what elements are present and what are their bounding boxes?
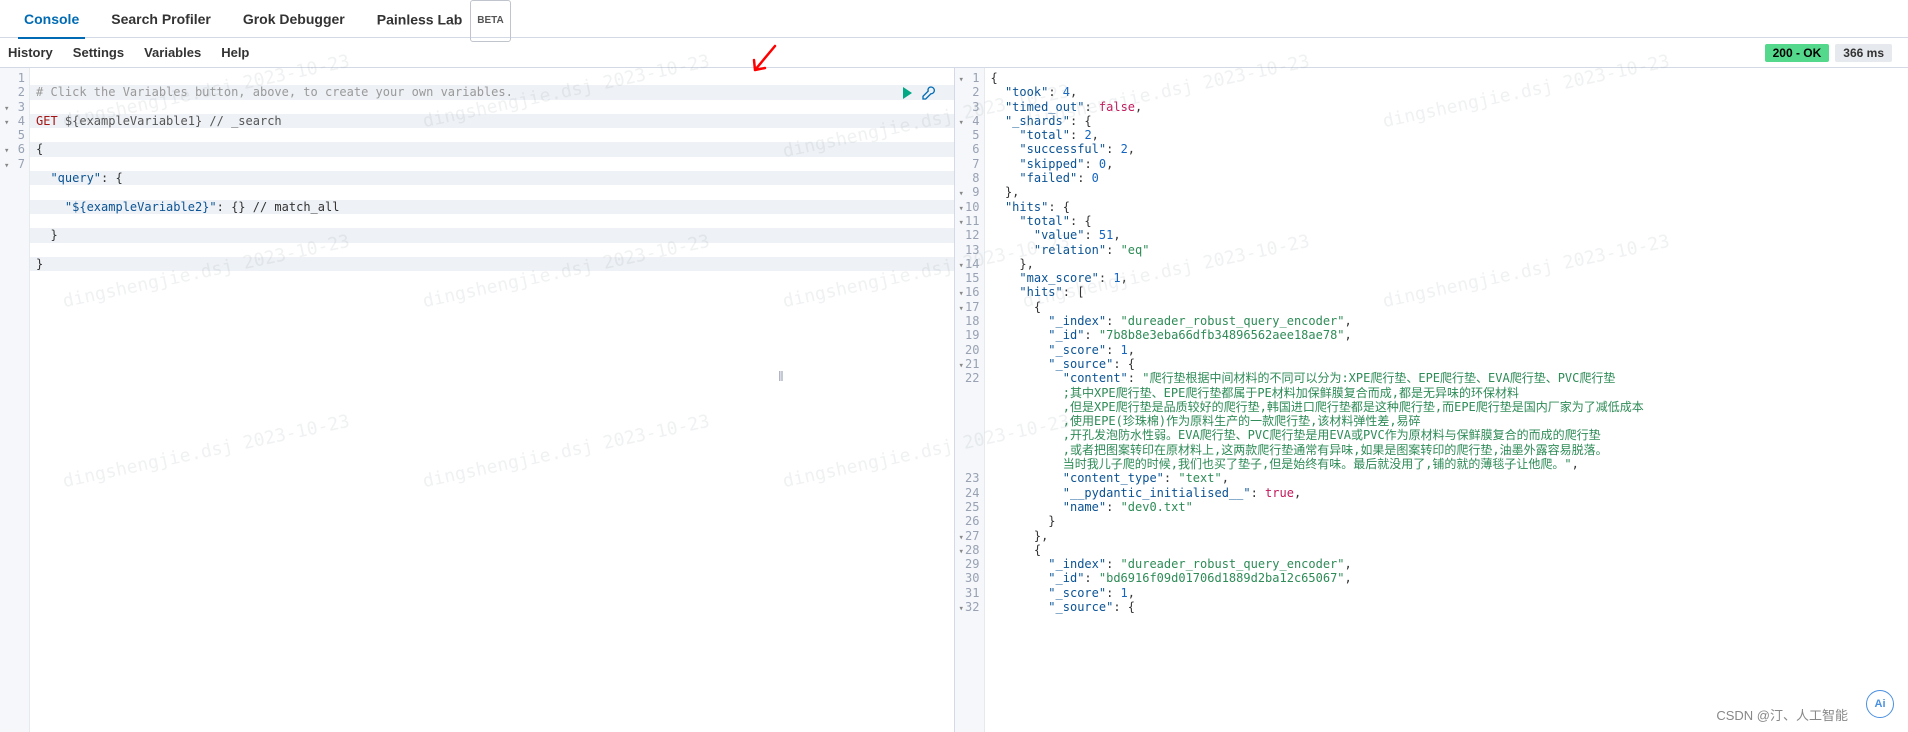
response-line: "hits": {	[991, 200, 1071, 214]
response-time-badge: 366 ms	[1835, 44, 1892, 62]
response-line: },	[991, 529, 1049, 543]
response-line: "successful": 2,	[991, 142, 1136, 156]
response-line: "max_score": 1,	[991, 271, 1128, 285]
response-line: "total": 2,	[991, 128, 1099, 142]
code-line: {	[30, 142, 954, 156]
response-line: "_index": "dureader_robust_query_encoder…	[991, 314, 1352, 328]
response-line: "name": "dev0.txt"	[991, 500, 1193, 514]
ai-badge-icon[interactable]: Ai	[1866, 690, 1894, 718]
tab-search-profiler[interactable]: Search Profiler	[95, 0, 227, 38]
status-badge: 200 - OK	[1765, 44, 1830, 62]
response-line: "_id": "bd6916f09d01706d1889d2ba12c65067…	[991, 571, 1352, 585]
help-button[interactable]: Help	[221, 45, 249, 60]
response-line: "hits": [	[991, 285, 1085, 299]
response-line: "failed": 0	[991, 171, 1099, 185]
response-line: "_source": {	[991, 600, 1136, 614]
pane-splitter[interactable]: ‖	[778, 368, 784, 384]
annotation-arrow-icon	[750, 44, 780, 74]
response-line: "_id": "7b8b8e3eba66dfb34896562aee18ae78…	[991, 328, 1352, 342]
main-tabs: Console Search Profiler Grok Debugger Pa…	[0, 0, 1908, 38]
response-line: "_index": "dureader_robust_query_encoder…	[991, 557, 1352, 571]
response-pane: 1▾234▾56789▾10▾11▾121314▾1516▾17▾1819202…	[955, 68, 1908, 732]
editor-panes: 1 2 3▾ 4▾ 5 6▾ 7▾ # Click the Variables …	[0, 68, 1908, 732]
code-line: }	[30, 257, 954, 271]
response-line: ;其中XPE爬行垫、EPE爬行垫都属于PE材料加保鲜膜复合而成,都是无异味的环保…	[991, 386, 1520, 400]
response-gutter: 1▾234▾56789▾10▾11▾121314▾1516▾17▾1819202…	[955, 68, 985, 732]
response-viewer[interactable]: { "took": 4, "timed_out": false, "_shard…	[985, 68, 1908, 732]
wrench-icon[interactable]	[922, 86, 936, 100]
attribution-text: CSDN @汀、人工智能	[1716, 705, 1848, 724]
response-line: "content": "爬行垫根据中间材料的不同可以分为:XPE爬行垫、EPE爬…	[991, 371, 1616, 385]
response-line: {	[991, 71, 998, 85]
request-pane: 1 2 3▾ 4▾ 5 6▾ 7▾ # Click the Variables …	[0, 68, 955, 732]
response-line: "_shards": {	[991, 114, 1092, 128]
beta-badge: BETA	[470, 0, 510, 42]
http-method: GET	[36, 114, 58, 128]
json-key: "${exampleVariable2}"	[65, 200, 217, 214]
response-line: {	[991, 300, 1042, 314]
response-line: },	[991, 257, 1034, 271]
tab-painless-lab[interactable]: Painless Lab BETA	[361, 0, 527, 38]
response-line: "_source": {	[991, 357, 1136, 371]
response-line: ,但是XPE爬行垫是品质较好的爬行垫,韩国进口爬行垫都是这种爬行垫,而EPE爬行…	[991, 400, 1644, 414]
request-gutter: 1 2 3▾ 4▾ 5 6▾ 7▾	[0, 68, 30, 732]
response-line: },	[991, 185, 1020, 199]
response-line: "content_type": "text",	[991, 471, 1229, 485]
variables-button[interactable]: Variables	[144, 45, 201, 60]
tab-painless-label: Painless Lab	[377, 11, 463, 27]
response-line: ,或者把图案转印在原材料上,这两款爬行垫通常有异味,如果是图案转印的爬行垫,油墨…	[991, 443, 1608, 457]
response-line: "timed_out": false,	[991, 100, 1143, 114]
response-line: ,开孔发泡防水性弱。EVA爬行垫、PVC爬行垫是用EVA或PVC作为原材料与保鲜…	[991, 428, 1601, 442]
json-key: "query"	[50, 171, 101, 185]
response-line: "_score": 1,	[991, 343, 1136, 357]
code-line: }	[30, 228, 954, 242]
settings-button[interactable]: Settings	[73, 45, 124, 60]
response-line: "total": {	[991, 214, 1092, 228]
response-line: "_score": 1,	[991, 586, 1136, 600]
response-line: "skipped": 0,	[991, 157, 1114, 171]
response-line: "took": 4,	[991, 85, 1078, 99]
request-path: ${exampleVariable1} // _search	[58, 114, 282, 128]
response-line: {	[991, 543, 1042, 557]
request-editor[interactable]: # Click the Variables button, above, to …	[30, 68, 954, 732]
tab-console[interactable]: Console	[8, 0, 95, 38]
code-comment: # Click the Variables button, above, to …	[36, 85, 513, 99]
response-line: "relation": "eq"	[991, 243, 1150, 257]
code-text: : {	[101, 171, 123, 185]
tab-grok-debugger[interactable]: Grok Debugger	[227, 0, 361, 38]
response-line: "value": 51,	[991, 228, 1121, 242]
response-line: ,使用EPE(珍珠棉)作为原料生产的一款爬行垫,该材料弹性差,易碎	[991, 414, 1421, 428]
code-text: : {} // match_all	[217, 200, 340, 214]
console-toolbar: History Settings Variables Help 200 - OK…	[0, 38, 1908, 68]
response-line: }	[991, 514, 1056, 528]
play-icon[interactable]	[900, 86, 914, 100]
response-line: "__pydantic_initialised__": true,	[991, 486, 1302, 500]
response-line: 当时我儿子爬的时候,我们也买了垫子,但是始终有味。最后就没用了,铺的就的薄毯子让…	[991, 457, 1579, 471]
history-button[interactable]: History	[8, 45, 53, 60]
